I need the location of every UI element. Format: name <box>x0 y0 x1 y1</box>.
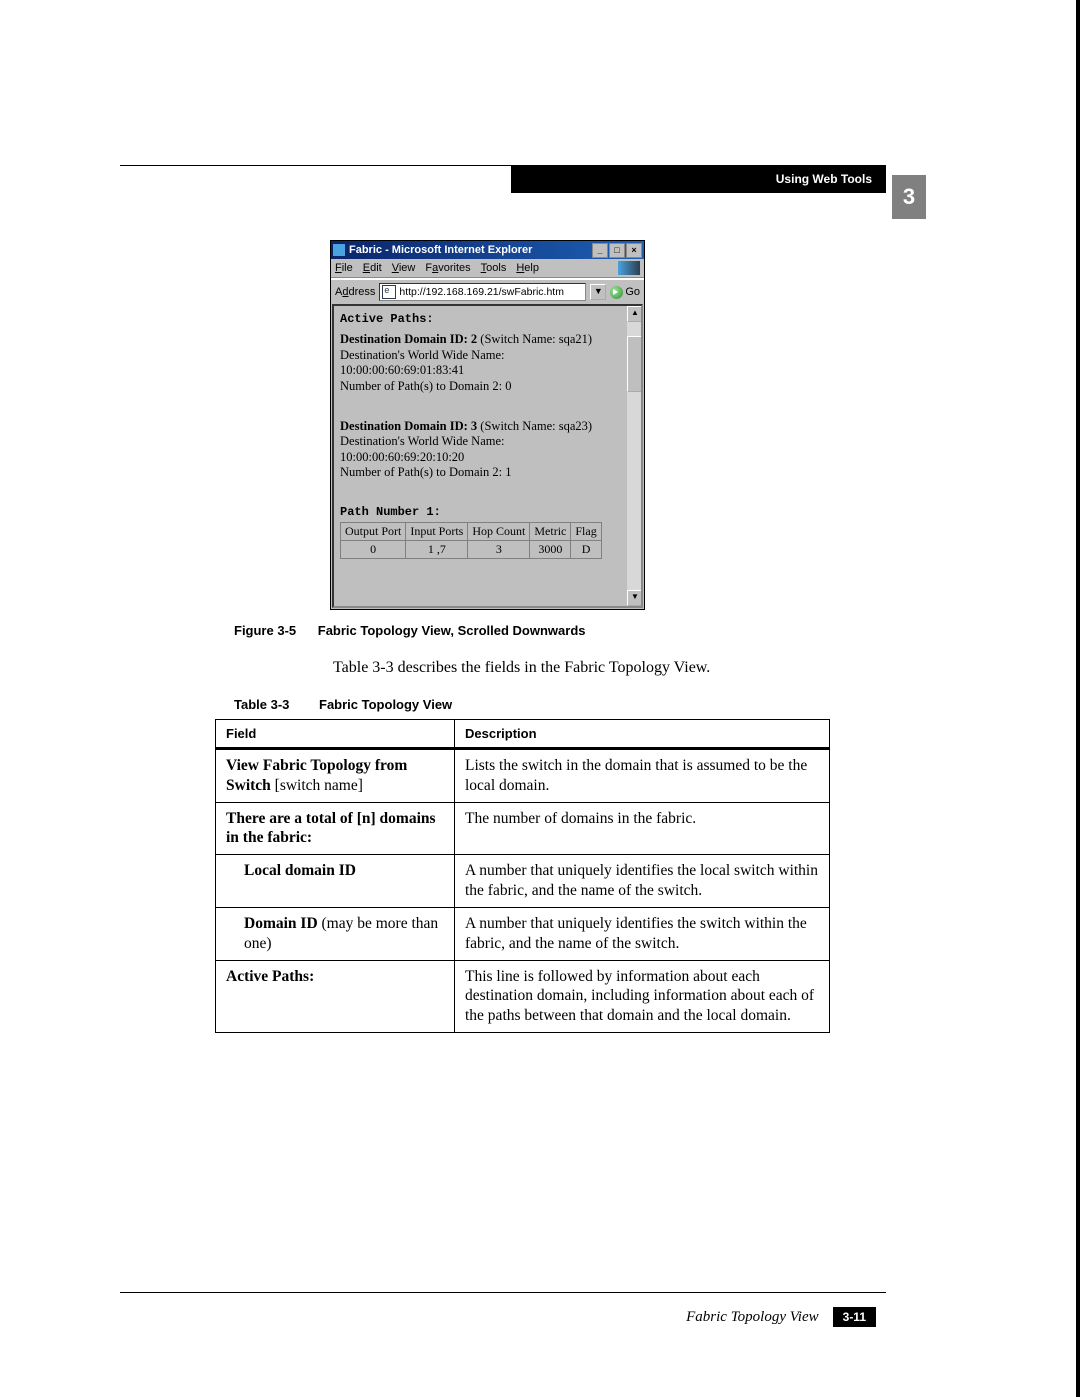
minimize-button[interactable]: _ <box>592 243 608 258</box>
table-row: Active Paths:This line is followed by in… <box>216 960 830 1032</box>
cell-flag: D <box>571 541 601 559</box>
menu-bar: File Edit View Favorites Tools Help <box>331 259 644 277</box>
dest-tail-2: (Switch Name: sqa23) <box>477 419 592 433</box>
ie-logo-icon <box>333 244 345 256</box>
description-cell: Lists the switch in the domain that is a… <box>455 749 830 803</box>
cell-input: 1 ,7 <box>406 541 468 559</box>
col-input-ports: Input Ports <box>406 523 468 541</box>
scrollbar[interactable]: ▲ ▼ <box>627 306 641 606</box>
menu-help[interactable]: Help <box>516 262 539 274</box>
domain-block-2: Destination Domain ID: 3 (Switch Name: s… <box>340 419 621 482</box>
figure-title: Fabric Topology View, Scrolled Downwards <box>318 623 586 638</box>
cell-output: 0 <box>341 541 406 559</box>
maximize-button[interactable]: □ <box>609 243 625 258</box>
path-table: Output Port Input Ports Hop Count Metric… <box>340 522 602 559</box>
wwn-value-2: 10:00:00:60:69:20:10:20 <box>340 450 621 466</box>
col-hop-count: Hop Count <box>468 523 530 541</box>
table-row: View Fabric Topology from Switch [switch… <box>216 749 830 803</box>
col-field: Field <box>216 720 455 749</box>
paths-count-1: Number of Path(s) to Domain 2: 0 <box>340 379 621 395</box>
cell-hop: 3 <box>468 541 530 559</box>
paths-count-2: Number of Path(s) to Domain 2: 1 <box>340 465 621 481</box>
go-label: Go <box>625 286 640 298</box>
address-label: Address <box>335 286 375 298</box>
scroll-up-button[interactable]: ▲ <box>627 306 643 322</box>
domain-block-1: Destination Domain ID: 2 (Switch Name: s… <box>340 332 621 395</box>
table-row: 0 1 ,7 3 3000 D <box>341 541 602 559</box>
go-button[interactable]: Go <box>610 286 640 299</box>
col-flag: Flag <box>571 523 601 541</box>
address-dropdown[interactable]: ▼ <box>590 284 606 300</box>
page-number: 3-11 <box>833 1307 876 1327</box>
section-title: Using Web Tools <box>511 165 886 193</box>
field-cell: Domain ID (may be more than one) <box>216 907 455 960</box>
page-root: Using Web Tools 3 Fabric - Microsoft Int… <box>0 0 1080 1397</box>
brand-icon <box>618 261 640 275</box>
cell-metric: 3000 <box>530 541 571 559</box>
description-cell: A number that uniquely identifies the lo… <box>455 855 830 908</box>
wwn-label-2: Destination's World Wide Name: <box>340 434 621 450</box>
window-title: Fabric - Microsoft Internet Explorer <box>349 244 532 256</box>
figure-caption: Figure 3-5 Fabric Topology View, Scrolle… <box>234 623 586 638</box>
address-bar: Address http://192.168.169.21/swFabric.h… <box>331 279 644 304</box>
window-titlebar: Fabric - Microsoft Internet Explorer _ □… <box>331 241 644 259</box>
description-cell: The number of domains in the fabric. <box>455 802 830 855</box>
scroll-down-button[interactable]: ▼ <box>627 590 643 606</box>
menu-edit[interactable]: Edit <box>363 262 382 274</box>
col-output-port: Output Port <box>341 523 406 541</box>
description-cell: This line is followed by information abo… <box>455 960 830 1032</box>
table-title: Fabric Topology View <box>319 697 452 712</box>
wwn-label-1: Destination's World Wide Name: <box>340 348 621 364</box>
col-metric: Metric <box>530 523 571 541</box>
footer-title: Fabric Topology View <box>686 1309 819 1326</box>
field-cell: View Fabric Topology from Switch [switch… <box>216 749 455 803</box>
dest-id-1: Destination Domain ID: 2 <box>340 332 477 346</box>
page-footer: Fabric Topology View 3-11 <box>686 1307 876 1327</box>
close-button[interactable]: × <box>626 243 642 258</box>
ie-content-area: Active Paths: Destination Domain ID: 2 (… <box>332 304 643 608</box>
table-number: Table 3-3 <box>234 697 289 712</box>
table-row: Domain ID (may be more than one)A number… <box>216 907 830 960</box>
menu-file[interactable]: File <box>335 262 353 274</box>
dest-id-2: Destination Domain ID: 3 <box>340 419 477 433</box>
page-icon <box>382 285 396 299</box>
wwn-value-1: 10:00:00:60:69:01:83:41 <box>340 363 621 379</box>
address-input[interactable]: http://192.168.169.21/swFabric.htm <box>379 283 586 301</box>
table-row: There are a total of [n] domains in the … <box>216 802 830 855</box>
scroll-thumb[interactable] <box>627 336 643 392</box>
address-url: http://192.168.169.21/swFabric.htm <box>399 286 564 298</box>
col-description: Description <box>455 720 830 749</box>
path-number-heading: Path Number 1: <box>340 505 621 519</box>
table-row: Output Port Input Ports Hop Count Metric… <box>341 523 602 541</box>
menu-favorites[interactable]: Favorites <box>425 262 470 274</box>
body-paragraph: Table 3-3 describes the fields in the Fa… <box>333 659 710 677</box>
dest-tail-1: (Switch Name: sqa21) <box>477 332 592 346</box>
fabric-content: Active Paths: Destination Domain ID: 2 (… <box>334 306 627 606</box>
menu-view[interactable]: View <box>392 262 416 274</box>
field-cell: Active Paths: <box>216 960 455 1032</box>
active-paths-heading: Active Paths: <box>340 312 621 326</box>
field-cell: There are a total of [n] domains in the … <box>216 802 455 855</box>
table-row: Field Description <box>216 720 830 749</box>
figure-number: Figure 3-5 <box>234 623 296 638</box>
go-icon <box>610 286 623 299</box>
description-cell: A number that uniquely identifies the sw… <box>455 907 830 960</box>
footer-rule <box>120 1292 886 1293</box>
field-cell: Local domain ID <box>216 855 455 908</box>
table-row: Local domain IDA number that uniquely id… <box>216 855 830 908</box>
menu-tools[interactable]: Tools <box>481 262 507 274</box>
ie-window: Fabric - Microsoft Internet Explorer _ □… <box>330 240 645 610</box>
table-caption: Table 3-3 Fabric Topology View <box>234 697 452 712</box>
chapter-number-box: 3 <box>892 175 926 219</box>
fields-table: Field Description View Fabric Topology f… <box>215 719 830 1033</box>
